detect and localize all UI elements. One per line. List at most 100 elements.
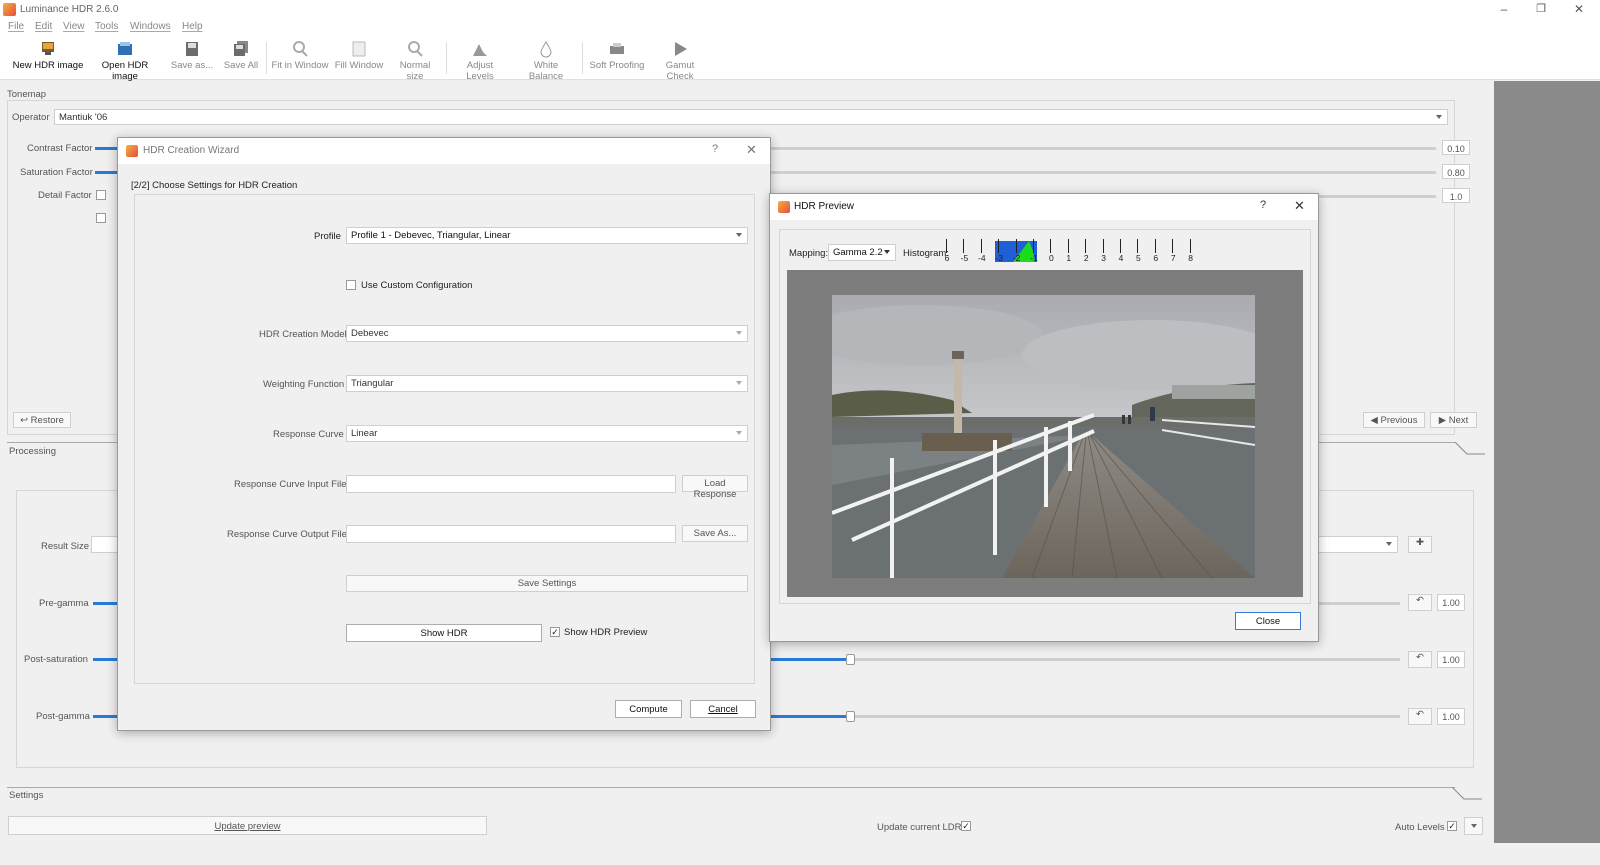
- toolbar-separator: [266, 42, 267, 74]
- result-size-select[interactable]: [1314, 536, 1398, 553]
- pregamma-reset-button[interactable]: ↶: [1408, 594, 1432, 611]
- detail-factor-label: Detail Factor: [38, 190, 92, 201]
- mapping-label: Mapping:: [789, 248, 829, 259]
- postgamma-slider-fill-left: [93, 715, 119, 718]
- wizard-close-icon[interactable]: ✕: [746, 142, 757, 158]
- tonemap-section-label: Tonemap: [7, 89, 47, 100]
- postgamma-reset-button[interactable]: ↶: [1408, 708, 1432, 725]
- menu-help[interactable]: Help: [182, 21, 203, 32]
- update-preview-button[interactable]: Update preview: [8, 816, 487, 835]
- menu-windows[interactable]: Windows: [130, 21, 171, 32]
- wizard-title: HDR Creation Wizard: [143, 145, 240, 156]
- save-as-icon: [186, 42, 198, 56]
- load-response-button[interactable]: Load Response: [682, 475, 748, 500]
- response-output-file-field[interactable]: [346, 525, 676, 543]
- pregamma-slider[interactable]: [1314, 602, 1400, 605]
- auto-levels-checkbox[interactable]: ✓: [1447, 821, 1457, 831]
- show-hdr-button[interactable]: Show HDR: [346, 624, 542, 642]
- menu-view[interactable]: View: [63, 21, 85, 32]
- fit-window-button[interactable]: Fit in Window: [270, 40, 330, 78]
- wizard-help-icon[interactable]: ?: [712, 143, 718, 155]
- adjust-levels-button[interactable]: Adjust Levels: [452, 40, 508, 82]
- histogram-tick-label: -5: [960, 253, 969, 263]
- postsat-reset-button[interactable]: ↶: [1408, 651, 1432, 668]
- mapping-select[interactable]: Gamma 2.2: [828, 244, 896, 261]
- preview-close-icon[interactable]: ✕: [1294, 198, 1305, 214]
- detail-factor-checkbox[interactable]: [96, 190, 106, 200]
- saturation-factor-label: Saturation Factor: [20, 167, 93, 178]
- pregamma-slider-fill: [93, 602, 119, 605]
- profile-select[interactable]: Profile 1 - Debevec, Triangular, Linear: [346, 227, 748, 244]
- histogram-tick-mark: [963, 239, 965, 253]
- show-hdr-preview-label: Show HDR Preview: [564, 627, 648, 638]
- option-checkbox[interactable]: [96, 213, 106, 223]
- contrast-slider[interactable]: [758, 147, 1436, 150]
- show-hdr-preview-checkbox[interactable]: ✓: [550, 627, 560, 637]
- response-output-file-label: Response Curve Output File: [227, 529, 347, 540]
- detail-value[interactable]: 1.0: [1442, 188, 1470, 203]
- processing-section-label: Processing: [9, 446, 56, 457]
- save-settings-button[interactable]: Save Settings: [346, 575, 748, 592]
- postgamma-slider[interactable]: [852, 715, 1400, 718]
- compute-button[interactable]: Compute: [615, 700, 682, 718]
- fill-window-button[interactable]: Fill Window: [334, 40, 384, 78]
- histogram-tick-label: -3: [995, 253, 1003, 263]
- histogram-tick-label: -2: [1012, 253, 1021, 263]
- postgamma-value[interactable]: 1.00: [1437, 708, 1465, 725]
- soft-proofing-button[interactable]: Soft Proofing: [589, 40, 645, 78]
- save-as-button[interactable]: Save as...: [168, 40, 216, 78]
- detail-slider[interactable]: [1316, 195, 1436, 198]
- gamut-check-button[interactable]: Gamut Check: [652, 40, 708, 82]
- restore-button[interactable]: ↩ Restore: [13, 412, 71, 428]
- normal-size-button[interactable]: Normal size: [390, 40, 440, 82]
- cancel-button[interactable]: Cancel: [690, 700, 756, 718]
- weighting-function-select[interactable]: Triangular: [346, 375, 748, 392]
- auto-levels-dropdown[interactable]: [1464, 817, 1483, 835]
- chevron-down-icon: [1470, 824, 1477, 828]
- menu-edit[interactable]: Edit: [35, 21, 52, 32]
- preview-close-button[interactable]: Close: [1235, 612, 1301, 630]
- next-button[interactable]: ▶ Next: [1430, 412, 1477, 428]
- save-all-button[interactable]: Save All: [220, 40, 262, 78]
- contrast-slider-fill: [95, 147, 117, 150]
- pregamma-value[interactable]: 1.00: [1437, 594, 1465, 611]
- postsat-slider-fill-left: [93, 658, 119, 661]
- saturation-slider[interactable]: [758, 171, 1436, 174]
- chevron-down-icon: [1386, 542, 1392, 546]
- white-balance-button[interactable]: White Balance: [516, 40, 576, 82]
- histogram-tick-mark: [946, 239, 947, 253]
- postsat-value[interactable]: 1.00: [1437, 651, 1465, 668]
- close-window-icon[interactable]: ✕: [1569, 2, 1589, 16]
- add-size-button[interactable]: ✚: [1408, 536, 1432, 553]
- menu-file[interactable]: File: [8, 21, 24, 32]
- save-as-response-button[interactable]: Save As...: [682, 525, 748, 542]
- restore-window-icon[interactable]: ❐: [1531, 2, 1551, 15]
- menu-bar: File Edit View Tools Windows Help: [0, 20, 1600, 36]
- custom-config-label: Use Custom Configuration: [361, 280, 473, 291]
- previous-button[interactable]: ◀ Previous: [1363, 412, 1425, 428]
- saturation-value[interactable]: 0.80: [1442, 164, 1470, 179]
- update-current-ldr-checkbox[interactable]: ✓: [961, 821, 971, 831]
- hdr-model-select[interactable]: Debevec: [346, 325, 748, 342]
- histogram-tick-mark: [1120, 239, 1121, 253]
- menu-tools[interactable]: Tools: [95, 21, 118, 32]
- toolbar-separator: [446, 42, 447, 74]
- histogram[interactable]: 6 -5 -4 -3 -2 -1 0 1 2 3 4 5 6 7 8: [945, 239, 1206, 264]
- new-hdr-button[interactable]: New HDR image: [12, 40, 84, 78]
- histogram-tick-mark: [1015, 239, 1017, 253]
- preview-help-icon[interactable]: ?: [1260, 199, 1266, 211]
- wizard-titlebar: HDR Creation Wizard ? ✕: [118, 138, 770, 164]
- histogram-tick-mark: [1085, 239, 1087, 253]
- custom-config-checkbox[interactable]: [346, 280, 356, 290]
- operator-select[interactable]: Mantiuk '06: [54, 109, 1448, 125]
- open-hdr-button[interactable]: Open HDR image: [88, 40, 162, 82]
- minimize-icon[interactable]: –: [1494, 2, 1514, 16]
- response-input-file-field[interactable]: [346, 475, 676, 493]
- response-curve-select[interactable]: Linear: [346, 425, 748, 442]
- histogram-tick-label: -1: [1030, 253, 1038, 263]
- postsat-slider-handle[interactable]: [846, 654, 855, 665]
- response-curve-label: Response Curve: [273, 429, 344, 440]
- contrast-value[interactable]: 0.10: [1442, 140, 1470, 155]
- postgamma-slider-handle[interactable]: [846, 711, 855, 722]
- postsat-slider[interactable]: [852, 658, 1400, 661]
